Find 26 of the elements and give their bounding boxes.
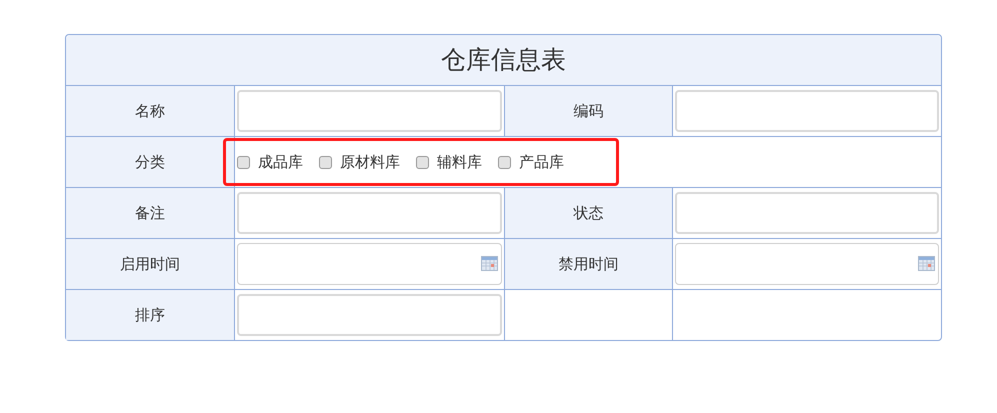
text-field[interactable] <box>675 90 939 132</box>
calendar-icon[interactable] <box>481 256 498 271</box>
field-label: 名称 <box>135 100 165 122</box>
field-label: 备注 <box>135 202 165 224</box>
text-field[interactable] <box>237 294 502 336</box>
checkbox[interactable] <box>237 156 250 168</box>
text-field[interactable] <box>237 192 502 234</box>
date-field[interactable] <box>237 243 502 285</box>
checkbox[interactable] <box>416 156 429 168</box>
checkbox[interactable] <box>319 156 332 168</box>
calendar-icon[interactable] <box>918 256 935 271</box>
field-label: 状态 <box>574 202 604 224</box>
field-label: 禁用时间 <box>558 254 618 275</box>
checkbox-label: 产品库 <box>519 152 564 173</box>
date-field[interactable] <box>675 243 939 285</box>
table-title: 仓库信息表 <box>441 44 566 76</box>
field-label: 编码 <box>574 100 604 122</box>
field-label: 启用时间 <box>120 254 180 275</box>
checkbox-label: 成品库 <box>258 152 303 173</box>
text-field[interactable] <box>237 90 502 132</box>
checkbox-label: 辅料库 <box>437 152 482 173</box>
checkbox-label: 原材料库 <box>340 152 400 173</box>
field-label: 分类 <box>135 152 165 173</box>
checkbox[interactable] <box>498 156 511 168</box>
text-field[interactable] <box>675 192 939 234</box>
field-label: 排序 <box>135 304 165 326</box>
